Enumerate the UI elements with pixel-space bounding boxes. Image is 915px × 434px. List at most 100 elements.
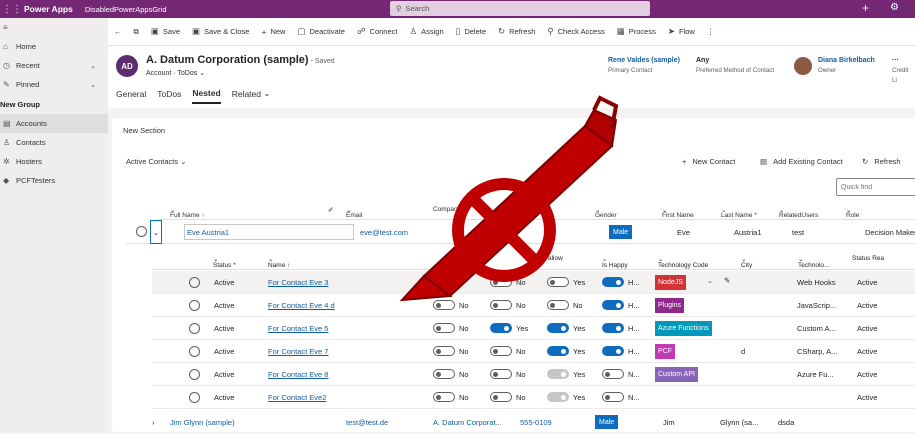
header-field-primary-contact[interactable]: Rene Valdes (sample) Primary Contact: [608, 56, 680, 76]
hamburger-menu-icon[interactable]: ≡: [0, 18, 108, 37]
nested-row[interactable]: Active For Contact Eve2 No No Yes N... Active: [152, 386, 915, 409]
sidebar-item-home[interactable]: ⌂ Home: [0, 37, 108, 56]
new-contact-button[interactable]: + New Contact: [682, 157, 735, 166]
name-link[interactable]: For Contact Eve 8: [268, 370, 328, 379]
col-status-reason[interactable]: Status Rea: [852, 255, 884, 262]
expand-chevron-icon[interactable]: ›: [152, 418, 155, 427]
sidebar-item-pcftesters[interactable]: ◆ PCFTesters: [0, 171, 108, 190]
save-button[interactable]: ▣ Save: [151, 26, 180, 37]
sidebar-item-recent[interactable]: ◷ Recent ⌄: [0, 56, 108, 75]
row-select-radio[interactable]: [189, 277, 200, 288]
name-link[interactable]: For Contact Eve 3: [268, 278, 328, 287]
toggle-switch[interactable]: [433, 277, 455, 287]
nested-row[interactable]: Active For Contact Eve 4 d No No No H... Plugi…: [152, 294, 915, 317]
row-select-radio[interactable]: [136, 226, 147, 237]
tab-general[interactable]: General: [116, 86, 146, 104]
nested-row[interactable]: Active For Contact Eve 3 No Yes H... NodeJS ⌄ ✎…: [152, 271, 915, 294]
name-link[interactable]: For Contact Eve 5: [268, 324, 328, 333]
col-full-name[interactable]: Full Name ↑ ⌄: [170, 206, 205, 219]
sidebar-item-hosters[interactable]: ✲ Hosters: [0, 152, 108, 171]
toggle-switch[interactable]: [433, 323, 455, 333]
waffle-icon[interactable]: ⋮⋮: [0, 4, 24, 15]
toggle-switch[interactable]: [490, 392, 512, 402]
name-link[interactable]: For Contact Eve 4 d: [268, 301, 335, 310]
toggle-switch[interactable]: [433, 392, 455, 402]
filter-edit-icon[interactable]: ✐: [328, 206, 333, 214]
col-related-users[interactable]: RelatedUsers ⌄: [779, 206, 818, 219]
toggle-switch[interactable]: [602, 346, 624, 356]
row-select-radio[interactable]: [189, 300, 200, 311]
more-commands-icon[interactable]: ⋮: [707, 27, 715, 36]
col-email[interactable]: Email ⌄: [346, 206, 362, 219]
connect-button[interactable]: ☍ Connect: [357, 26, 398, 37]
toggle-switch[interactable]: [433, 369, 455, 379]
add-existing-contact-button[interactable]: ▤ Add Existing Contact: [760, 157, 843, 166]
new-button[interactable]: + New: [261, 27, 285, 37]
email-cell[interactable]: test@test.de: [346, 418, 388, 427]
quick-find-input[interactable]: [836, 178, 915, 196]
tab-related[interactable]: Related ⌄: [232, 86, 271, 104]
table-row[interactable]: ⌄ Eve Austria1 eve@test.com Male Eve Aus…: [126, 220, 915, 244]
edit-pen-icon[interactable]: ✎: [724, 276, 730, 285]
assign-button[interactable]: ♙ Assign: [409, 26, 443, 37]
tab-todos[interactable]: ToDos: [157, 86, 181, 104]
col-technology-code[interactable]: Technology Code ⌄: [658, 255, 708, 269]
col-last-name[interactable]: Last Name * ⌄: [721, 206, 757, 219]
sidebar-item-contacts[interactable]: ♙ Contacts: [0, 133, 108, 152]
expand-chevron-icon[interactable]: ⌄: [150, 220, 162, 244]
delete-button[interactable]: ▯ Delete: [456, 26, 486, 37]
deactivate-button[interactable]: ▢ Deactivate: [297, 26, 344, 37]
toggle-switch[interactable]: [490, 346, 512, 356]
toggle-switch[interactable]: [490, 300, 512, 310]
new-plus-icon[interactable]: +: [862, 2, 869, 14]
row-select-radio[interactable]: [189, 392, 200, 403]
save-close-button[interactable]: ▣ Save & Close: [192, 26, 249, 37]
name-link[interactable]: For Contact Eve 7: [268, 347, 328, 356]
nested-row[interactable]: Active For Contact Eve 5 No Yes Yes H... Azure…: [152, 317, 915, 340]
popout-icon[interactable]: ⧉: [134, 27, 139, 37]
phone-cell[interactable]: 555-0109: [520, 418, 552, 427]
sidebar-item-accounts[interactable]: ▤ Accounts: [0, 114, 108, 133]
full-name-cell[interactable]: Jim Glynn (sample): [170, 418, 235, 427]
subgrid-refresh-button[interactable]: ↻ Refresh: [862, 157, 901, 166]
subgrid-view-selector[interactable]: Active Contacts ⌄: [126, 157, 186, 166]
col-role[interactable]: Role ⌄: [846, 206, 859, 219]
check-access-button[interactable]: ⚲ Check Access: [547, 26, 604, 37]
toggle-switch[interactable]: [547, 346, 569, 356]
col-gender[interactable]: Gender ⌄: [595, 206, 617, 219]
toggle-switch[interactable]: [547, 392, 569, 402]
app-brand[interactable]: Power Apps: [24, 4, 73, 14]
gear-icon[interactable]: ⚙: [890, 2, 899, 13]
toggle-switch[interactable]: [547, 323, 569, 333]
tab-nested[interactable]: Nested: [192, 86, 221, 104]
nested-row[interactable]: Active For Contact Eve 8 No No Yes N... Custom…: [152, 363, 915, 386]
chevron-down-icon[interactable]: ⌄: [707, 276, 713, 285]
toggle-switch[interactable]: [602, 392, 624, 402]
col-company[interactable]: Compan: [433, 206, 458, 213]
toggle-switch[interactable]: [547, 277, 569, 287]
toggle-switch[interactable]: [602, 323, 624, 333]
process-button[interactable]: ▦ Process: [617, 26, 656, 37]
row-select-radio[interactable]: [189, 323, 200, 334]
col-city[interactable]: City ⌄: [741, 255, 752, 269]
toggle-switch[interactable]: [602, 300, 624, 310]
refresh-button[interactable]: ↻ Refresh: [498, 26, 535, 37]
flow-button[interactable]: ➤ Flow: [668, 26, 695, 37]
col-first-name[interactable]: First Name ⌄: [662, 206, 694, 219]
toggle-switch[interactable]: [547, 300, 569, 310]
form-selector[interactable]: ToDos: [177, 70, 197, 77]
nested-row[interactable]: Active For Contact Eve 7 No No Yes H... PCF d CS…: [152, 340, 915, 363]
toggle-switch[interactable]: [602, 277, 624, 287]
row-select-radio[interactable]: [189, 369, 200, 380]
back-arrow-icon[interactable]: ←: [114, 27, 122, 36]
toggle-switch[interactable]: [490, 323, 512, 333]
email-cell[interactable]: eve@test.com: [360, 228, 408, 237]
toggle-switch[interactable]: [433, 346, 455, 356]
company-cell[interactable]: A. Datum Corporat...: [433, 418, 502, 427]
toggle-switch[interactable]: [602, 369, 624, 379]
toggle-switch[interactable]: [490, 369, 512, 379]
name-link[interactable]: For Contact Eve2: [268, 393, 326, 402]
sidebar-item-pinned[interactable]: ✎ Pinned ⌄: [0, 75, 108, 94]
row-select-radio[interactable]: [189, 346, 200, 357]
full-name-cell[interactable]: Eve Austria1: [184, 224, 354, 240]
